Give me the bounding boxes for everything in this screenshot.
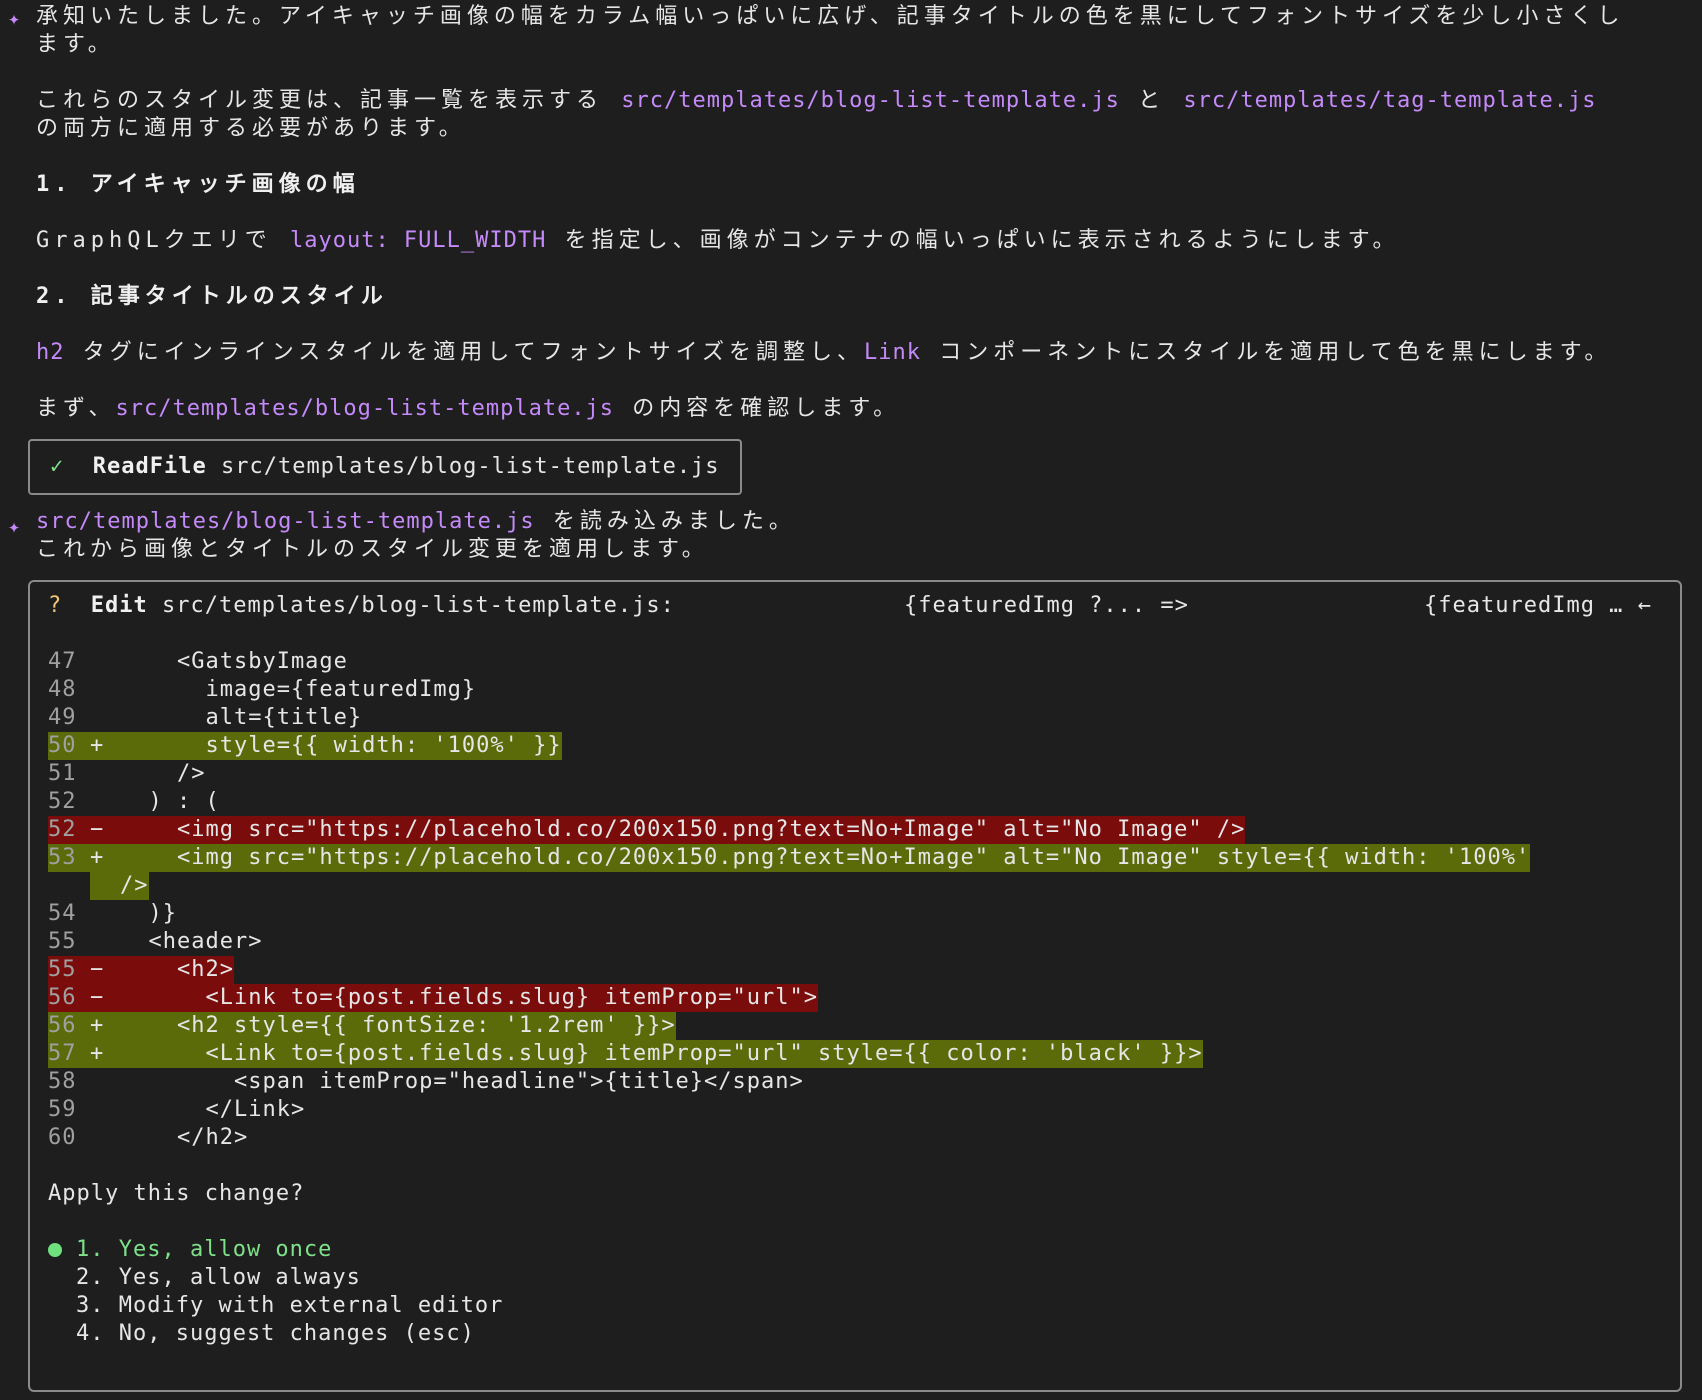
diff-added-line: /> [90, 872, 149, 900]
line-number: 52 [48, 789, 77, 814]
line-number: 60 [48, 1125, 77, 1150]
tool-call-line: ✓ ReadFile src/templates/blog-list-templ… [50, 453, 720, 481]
code-text: <span itemProp="headline">{title}</span> [120, 1069, 804, 1094]
diff-added-line: 50 + style={{ width: '100%' }} [48, 732, 562, 760]
message-paragraph: h2 タグにインラインスタイルを適用してフォントサイズを調整し、Link コンポ… [36, 340, 1612, 365]
diff-marker: − [90, 985, 105, 1010]
inline-code: src/templates/blog-list-template.js [115, 396, 615, 421]
line-number: 55 [48, 957, 77, 982]
option-allow-once[interactable]: 1. Yes, allow once [76, 1236, 332, 1264]
code-text: alt={title} [120, 705, 363, 730]
diff-context-line: 58 <span itemProp="headline">{title}</sp… [48, 1068, 804, 1096]
new-snippet-preview: {featuredImg … ← [1424, 593, 1652, 618]
code-text: </h2> [120, 1125, 249, 1150]
diff-marker: + [90, 1013, 105, 1038]
diff-marker: + [90, 845, 105, 870]
diff-marker: − [90, 817, 105, 842]
line-number: 50 [48, 733, 77, 758]
question-icon: ? [48, 593, 63, 618]
agent-star-icon: ✦ [8, 514, 22, 538]
message-text: ます。 [36, 32, 115, 57]
code-text: <h2> [120, 957, 234, 982]
tool-path: src/templates/blog-list-template.js [220, 454, 720, 479]
inline-code: h2 [36, 340, 65, 365]
section-heading: 2. 記事タイトルのスタイル [36, 284, 388, 309]
line-number: 51 [48, 761, 77, 786]
terminal-window: ✦ 承知いたしました。アイキャッチ画像の幅をカラム幅いっぱいに広げ、記事タイトル… [0, 0, 1702, 1400]
tool-name: ReadFile [92, 454, 207, 479]
code-text: <header> [120, 929, 263, 954]
arrow-left-icon: ← [1637, 593, 1652, 618]
diff-context-line: 52 ) : ( [48, 788, 220, 816]
code-text: /> [120, 761, 206, 786]
message-text: 承知いたしました。アイキャッチ画像の幅をカラム幅いっぱいに広げ、記事タイトルの色… [36, 4, 1625, 29]
line-number: 49 [48, 705, 77, 730]
line-number: 56 [48, 985, 77, 1010]
diff-context-line: 55 <header> [48, 928, 262, 956]
check-icon: ✓ [50, 454, 65, 479]
old-snippet-preview: {featuredImg ?... => [904, 593, 1189, 618]
edit-action: Edit [90, 593, 148, 618]
message-paragraph: src/templates/blog-list-template.js を読み込… [36, 509, 796, 534]
diff-context-line: 47 <GatsbyImage [48, 648, 348, 676]
option-allow-always[interactable]: 2. Yes, allow always [76, 1264, 361, 1292]
code-text: ) : ( [120, 789, 220, 814]
diff-context-line: 51 /> [48, 760, 205, 788]
diff-context-line: 59 </Link> [48, 1096, 305, 1124]
message-paragraph: これらのスタイル変更は、記事一覧を表示する src/templates/blog… [36, 88, 1597, 113]
code-text: image={featuredImg} [120, 677, 477, 702]
inline-code: src/templates/blog-list-template.js [36, 509, 535, 534]
edit-header: ? Edit src/templates/blog-list-template.… [48, 592, 675, 620]
message-paragraph: まず、src/templates/blog-list-template.js の… [36, 396, 901, 421]
inline-code: layout: FULL_WIDTH [289, 228, 547, 253]
diff-added-line: 56 + <h2 style={{ fontSize: '1.2rem' }}> [48, 1012, 676, 1040]
diff-context-line: 60 </h2> [48, 1124, 248, 1152]
message-text: これから画像とタイトルのスタイル変更を適用します。 [36, 537, 709, 562]
line-number: 55 [48, 929, 77, 954]
line-number: 57 [48, 1041, 77, 1066]
code-text: <h2 style={{ fontSize: '1.2rem' }}> [120, 1013, 676, 1038]
inline-code: src/templates/tag-template.js [1183, 88, 1597, 113]
diff-context-line: 54 )} [48, 900, 177, 928]
option-external-editor[interactable]: 3. Modify with external editor [76, 1292, 503, 1320]
agent-star-icon: ✦ [8, 6, 22, 30]
code-text: )} [120, 901, 177, 926]
code-text: <Link to={post.fields.slug} itemProp="ur… [120, 985, 819, 1010]
diff-marker: − [90, 957, 105, 982]
code-text: </Link> [120, 1097, 306, 1122]
diff-marker: + [90, 733, 105, 758]
diff-added-line: 57 + <Link to={post.fields.slug} itemProp… [48, 1040, 1203, 1068]
code-text: <img src="https://placehold.co/200x150.p… [120, 817, 1246, 842]
diff-context-line: 48 image={featuredImg} [48, 676, 476, 704]
option-suggest-changes[interactable]: 4. No, suggest changes (esc) [76, 1320, 475, 1348]
code-text: style={{ width: '100%' }} [120, 733, 562, 758]
diff-removed-line: 56− <Link to={post.fields.slug} itemProp… [48, 984, 819, 1012]
message-text: の両方に適用する必要があります。 [36, 116, 466, 141]
diff-added-line: 53 + <img src="https://placehold.co/200x1… [48, 844, 1531, 872]
tool-call-box: ✓ ReadFile src/templates/blog-list-templ… [28, 439, 742, 495]
inline-code: Link [864, 340, 921, 365]
code-text: <Link to={post.fields.slug} itemProp="ur… [120, 1041, 1203, 1066]
line-number: 47 [48, 649, 77, 674]
diff-marker: + [90, 1041, 105, 1066]
diff-removed-line: 52− <img src="https://placehold.co/200x1… [48, 816, 1246, 844]
code-text: <img src="https://placehold.co/200x150.p… [120, 845, 1531, 870]
diff-removed-line: 55− <h2> [48, 956, 234, 984]
line-number: 58 [48, 1069, 77, 1094]
apply-prompt: Apply this change? [48, 1181, 305, 1206]
message-paragraph: GraphQLクエリで layout: FULL_WIDTH を指定し、画像がコ… [36, 228, 1400, 253]
line-number: 52 [48, 817, 77, 842]
diff-context-line: 49 alt={title} [48, 704, 362, 732]
line-number: 59 [48, 1097, 77, 1122]
line-number: 54 [48, 901, 77, 926]
line-number: 56 [48, 1013, 77, 1038]
line-number: 48 [48, 677, 77, 702]
code-text: /> [120, 873, 149, 898]
code-text: <GatsbyImage [120, 649, 348, 674]
edit-file-path: src/templates/blog-list-template.js: [161, 593, 675, 618]
line-number: 53 [48, 845, 77, 870]
selected-option-dot-icon [48, 1243, 62, 1257]
inline-code: src/templates/blog-list-template.js [621, 88, 1120, 113]
section-heading: 1. アイキャッチ画像の幅 [36, 172, 360, 197]
